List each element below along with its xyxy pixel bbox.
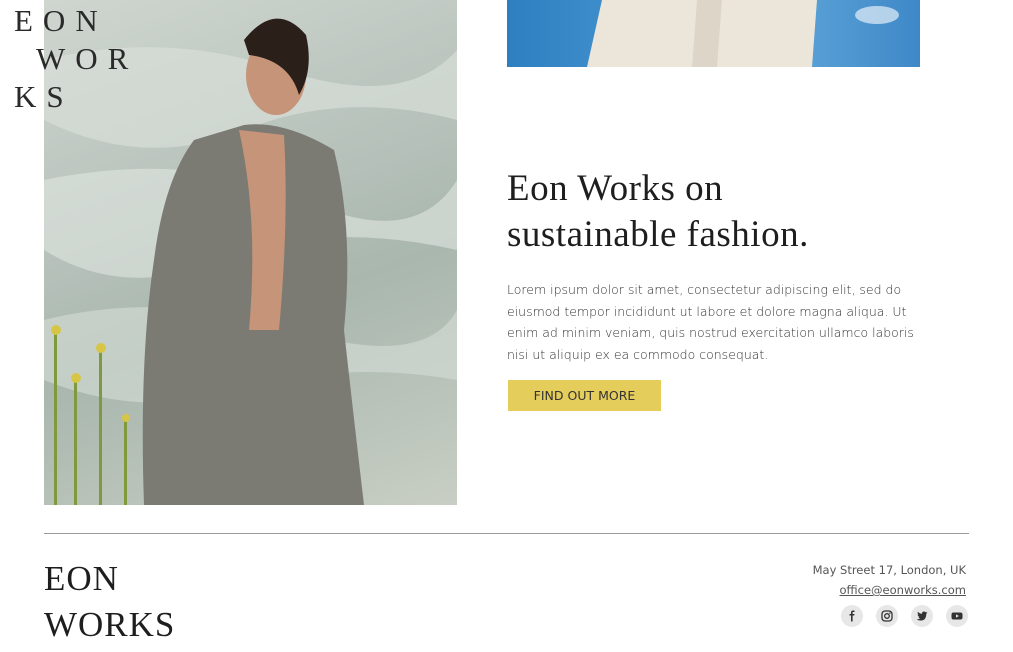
- youtube-icon[interactable]: [946, 605, 968, 627]
- top-photo: [507, 0, 920, 67]
- headline-line-1: Eon Works on: [507, 168, 724, 209]
- facebook-icon[interactable]: [841, 605, 863, 627]
- footer-contact: May Street 17, London, UK office@eonwork…: [813, 560, 966, 600]
- email-link[interactable]: office@eonworks.com: [840, 583, 967, 597]
- logo-line-2: WOR: [36, 41, 139, 76]
- headline-line-2: sustainable fashion.: [507, 214, 809, 255]
- logo-line-1: EON: [14, 3, 108, 38]
- instagram-icon[interactable]: [876, 605, 898, 627]
- footer-logo-line-1: EON: [44, 559, 119, 598]
- footer-divider: [44, 533, 969, 534]
- address-text: May Street 17, London, UK: [812, 563, 966, 577]
- twitter-icon[interactable]: [911, 605, 933, 627]
- social-links: [841, 605, 968, 627]
- logo-line-3: KS: [14, 79, 74, 114]
- feature-body: Lorem ipsum dolor sit amet, consectetur …: [507, 282, 914, 362]
- find-out-more-button[interactable]: FIND OUT MORE: [508, 380, 661, 411]
- site-logo[interactable]: EON WOR KS: [14, 2, 138, 116]
- footer-logo-line-2: WORKS: [44, 605, 176, 644]
- footer-logo[interactable]: EON WORKS: [44, 556, 175, 648]
- feature-headline: Eon Works on sustainable fashion.: [507, 166, 947, 258]
